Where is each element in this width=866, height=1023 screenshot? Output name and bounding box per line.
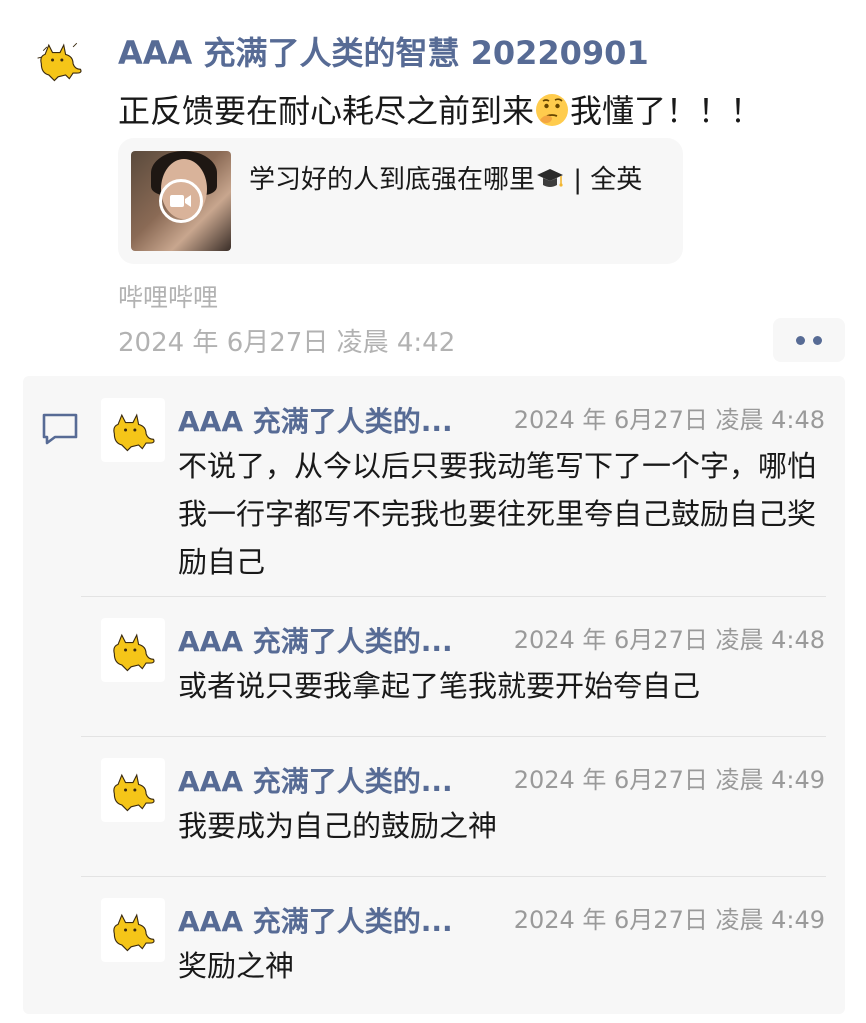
- comment-text: 或者说只要我拿起了笔我就要开始夸自己: [178, 669, 701, 703]
- comment-time: 2024 年 6月27日 凌晨 4:48: [513, 406, 825, 434]
- comment-item: AAA 充满了人类的... 2024 年 6月27日 凌晨 4:49 奖励之神: [23, 898, 845, 998]
- comment-author[interactable]: AAA 充满了人类的...: [178, 620, 453, 660]
- comment-author[interactable]: AAA 充满了人类的...: [178, 400, 453, 440]
- yellow-cat-icon: [113, 633, 155, 672]
- comment-author[interactable]: AAA 充满了人类的...: [178, 760, 453, 800]
- comment-time: 2024 年 6月27日 凌晨 4:49: [513, 906, 825, 934]
- comment-time: 2024 年 6月27日 凌晨 4:49: [513, 766, 825, 794]
- post-timestamp: 2024 年 6月27日 凌晨 4:42: [118, 328, 456, 358]
- post-text: 正反馈要在耐心耗尽之前到来 我懂了！！！: [118, 86, 762, 132]
- more-actions-button[interactable]: [773, 318, 845, 362]
- comment-divider: [81, 596, 826, 597]
- comment-time: 2024 年 6月27日 凌晨 4:48: [513, 626, 825, 654]
- shared-video-title-suffix: | 全英: [565, 165, 643, 195]
- comment-avatar[interactable]: [101, 398, 165, 462]
- comment-avatar[interactable]: [101, 758, 165, 822]
- yellow-cat-icon: [113, 913, 155, 952]
- comment-avatar[interactable]: [101, 898, 165, 962]
- comment-text: 不说了，从今以后只要我动笔写下了一个字，哪怕我一行字都写不完我也要往死里夸自己鼓…: [178, 449, 817, 579]
- more-dots-icon: [796, 335, 805, 345]
- shared-video-title: 学习好的人到底强在哪里 | 全英: [249, 160, 659, 200]
- comment-item: AAA 充满了人类的... 2024 年 6月27日 凌晨 4:49 我要成为自…: [23, 758, 845, 858]
- shared-video-card[interactable]: 学习好的人到底强在哪里 | 全英: [118, 138, 683, 264]
- post-author-name[interactable]: AAA 充满了人类的智慧 20220901: [118, 28, 649, 74]
- post-text-suffix: 我懂了！！！: [570, 92, 763, 130]
- comments-panel: AAA 充满了人类的... 2024 年 6月27日 凌晨 4:48 不说了，从…: [23, 376, 845, 1014]
- post-author-avatar[interactable]: [28, 28, 92, 92]
- post-source[interactable]: 哔哩哔哩: [118, 278, 218, 314]
- comment-item: AAA 充满了人类的... 2024 年 6月27日 凌晨 4:48 或者说只要…: [23, 618, 845, 718]
- yellow-cat-icon: [37, 42, 82, 82]
- video-thumbnail: [131, 151, 231, 251]
- comment-text: 奖励之神: [178, 949, 295, 983]
- comment-text: 我要成为自己的鼓励之神: [178, 809, 498, 843]
- yellow-cat-icon: [113, 413, 155, 452]
- shared-video-title-text: 学习好的人到底强在哪里: [249, 165, 536, 195]
- comment-item: AAA 充满了人类的... 2024 年 6月27日 凌晨 4:48 不说了，从…: [23, 398, 845, 588]
- graduation-cap-emoji: [537, 169, 564, 187]
- video-play-icon: [159, 179, 203, 223]
- comment-divider: [81, 876, 826, 877]
- comment-author[interactable]: AAA 充满了人类的...: [178, 900, 453, 940]
- comment-avatar[interactable]: [101, 618, 165, 682]
- moments-post-page: AAA 充满了人类的智慧 20220901 正反馈要在耐心耗尽之前到来 我懂了！…: [0, 0, 866, 1023]
- comment-divider: [81, 736, 826, 737]
- post-text-main: 正反馈要在耐心耗尽之前到来: [118, 92, 535, 130]
- thinking-face-emoji: [536, 94, 569, 126]
- yellow-cat-icon: [113, 773, 155, 812]
